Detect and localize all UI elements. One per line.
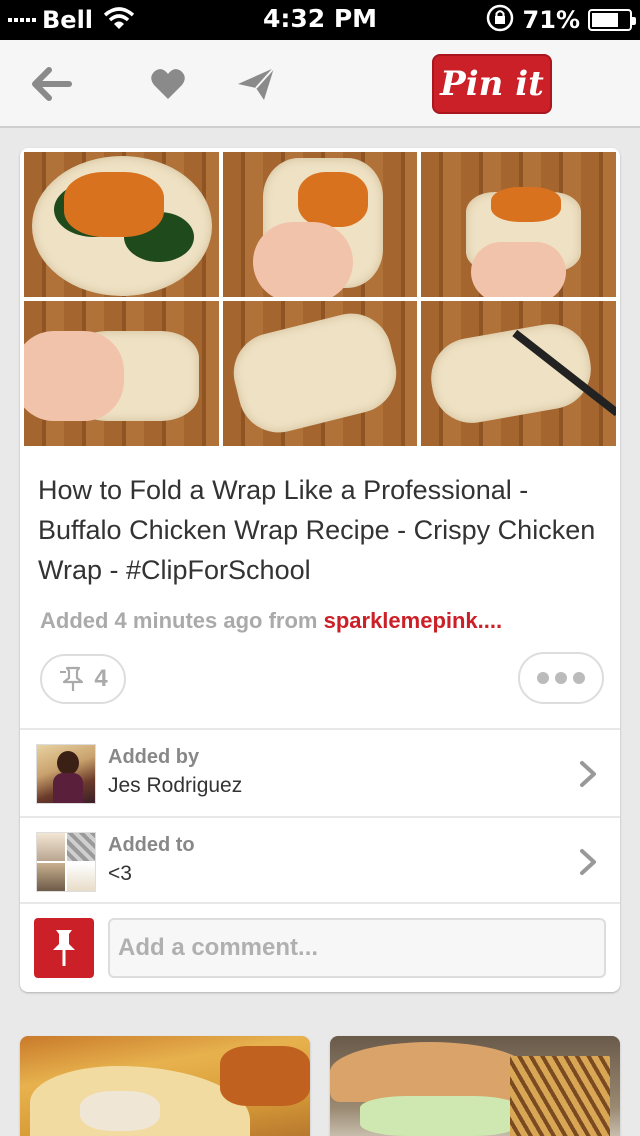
more-options-button[interactable] (518, 652, 604, 704)
source-link[interactable]: sparklemepink.... (324, 608, 503, 633)
wrap-step-photo (421, 152, 616, 297)
comment-input[interactable] (108, 918, 606, 978)
ellipsis-icon (537, 672, 549, 684)
pinner-name: Jes Rodriguez (108, 774, 243, 797)
board-cover (36, 832, 96, 892)
wrap-step-photo (222, 301, 418, 446)
pin-card: How to Fold a Wrap Like a Professional -… (20, 148, 620, 992)
pin-logo-icon (34, 918, 94, 978)
like-button[interactable] (146, 62, 190, 106)
attribution-text: Added 4 minutes ago from (40, 608, 324, 633)
pin-title: How to Fold a Wrap Like a Professional -… (38, 475, 596, 585)
repin-count-button[interactable]: 4 (40, 654, 126, 704)
user-avatar (36, 744, 96, 804)
added-to-row[interactable]: Added to <3 (20, 818, 620, 904)
pin-attribution: Added 4 minutes ago from sparklemepink..… (40, 608, 502, 634)
chevron-right-icon (580, 761, 596, 787)
related-pin-quesadilla[interactable] (20, 1036, 310, 1136)
wrap-step-photo (421, 301, 616, 446)
wrap-step-photo (222, 152, 418, 297)
rotation-lock-icon (485, 3, 515, 37)
added-by-row[interactable]: Added by Jes Rodriguez (20, 730, 620, 816)
added-by-label: Added by (108, 746, 200, 768)
board-name: <3 (108, 862, 132, 885)
pushpin-icon (60, 666, 84, 691)
chevron-right-icon (580, 849, 596, 875)
divider (20, 902, 620, 904)
status-bar: Bell 4:32 PM 71% (0, 0, 640, 40)
added-to-label: Added to (108, 834, 195, 856)
back-button[interactable] (30, 62, 74, 106)
arrow-left-icon (32, 67, 72, 101)
send-button[interactable] (234, 62, 278, 106)
battery-percentage: 71% (522, 6, 580, 34)
nav-bar: Pin it (0, 40, 640, 128)
pin-it-button[interactable]: Pin it (432, 54, 552, 114)
paper-plane-icon (238, 67, 275, 100)
heart-icon (151, 69, 185, 99)
wrap-step-photo (24, 152, 219, 297)
repin-count: 4 (94, 665, 108, 692)
wrap-step-photo (24, 301, 219, 446)
battery-icon (588, 9, 636, 31)
pin-image[interactable] (24, 152, 616, 446)
related-pin-sandwich[interactable] (330, 1036, 620, 1136)
